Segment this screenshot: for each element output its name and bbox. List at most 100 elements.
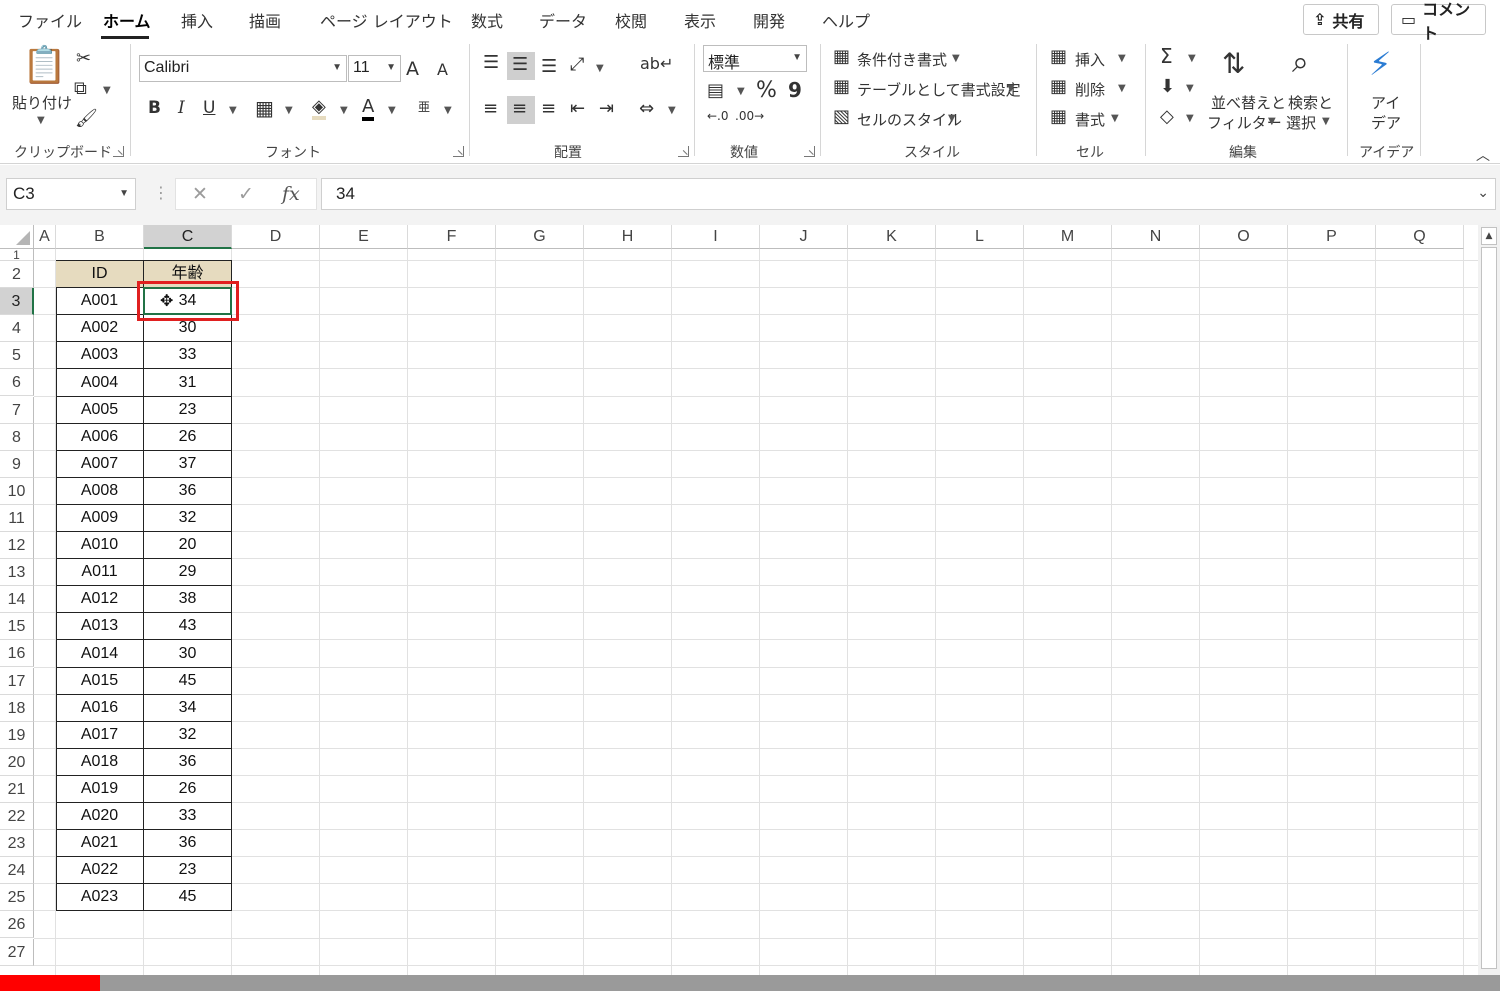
table-cell-id[interactable]: A023 bbox=[56, 884, 144, 911]
copy-dropdown-icon[interactable]: ▼ bbox=[103, 86, 111, 96]
paste-button-label[interactable]: 貼り付け bbox=[12, 92, 72, 113]
italic-button[interactable]: I bbox=[178, 98, 185, 118]
table-cell-id[interactable]: A007 bbox=[56, 451, 144, 478]
table-cell-id[interactable]: A009 bbox=[56, 505, 144, 532]
table-cell-age[interactable]: 26 bbox=[144, 424, 232, 451]
borders-icon[interactable]: ▦ bbox=[255, 98, 274, 118]
fill-dropdown-icon[interactable]: ▼ bbox=[1186, 84, 1194, 94]
table-cell-age[interactable]: 31 bbox=[144, 369, 232, 397]
percent-button[interactable]: % bbox=[756, 78, 777, 103]
table-cell-age[interactable]: 33 bbox=[144, 803, 232, 830]
align-left-icon[interactable]: ≡ bbox=[483, 100, 498, 118]
row-header-26[interactable]: 26 bbox=[0, 911, 34, 938]
merge-dropdown-icon[interactable]: ▼ bbox=[668, 106, 676, 116]
table-cell-id[interactable]: A015 bbox=[56, 668, 144, 695]
increase-decimal-icon[interactable]: ←.0 bbox=[707, 110, 729, 122]
format-painter-icon[interactable]: 🖌 bbox=[75, 110, 98, 128]
borders-dropdown-icon[interactable]: ▼ bbox=[285, 106, 293, 116]
column-header-d[interactable]: D bbox=[232, 225, 320, 249]
row-header-19[interactable]: 19 bbox=[0, 722, 34, 749]
ideas-icon[interactable]: ⚡ bbox=[1369, 48, 1391, 80]
number-launcher-icon[interactable] bbox=[804, 146, 815, 157]
table-cell-id[interactable]: A012 bbox=[56, 586, 144, 613]
row-header-22[interactable]: 22 bbox=[0, 803, 34, 830]
ideas-label-2[interactable]: デア bbox=[1371, 112, 1401, 133]
column-header-o[interactable]: O bbox=[1200, 225, 1288, 249]
cell-styles-button[interactable]: セルのスタイル bbox=[857, 109, 962, 130]
row-header-23[interactable]: 23 bbox=[0, 830, 34, 857]
paste-dropdown-icon[interactable]: ▼ bbox=[37, 116, 45, 126]
tab-view[interactable]: 表示 bbox=[684, 8, 716, 32]
enter-icon[interactable]: ✓ bbox=[238, 183, 254, 205]
column-header-e[interactable]: E bbox=[320, 225, 408, 249]
column-header-l[interactable]: L bbox=[936, 225, 1024, 249]
wrap-text-icon[interactable]: ab↵ bbox=[640, 56, 673, 72]
alignment-launcher-icon[interactable] bbox=[678, 146, 689, 157]
fill-icon[interactable]: ⬇ bbox=[1160, 78, 1175, 96]
decrease-decimal-icon[interactable]: .00→ bbox=[735, 110, 764, 122]
table-cell-age[interactable]: 20 bbox=[144, 532, 232, 559]
row-header-10[interactable]: 10 bbox=[0, 478, 34, 505]
row-header-1[interactable]: 1 bbox=[0, 249, 34, 261]
column-header-n[interactable]: N bbox=[1112, 225, 1200, 249]
sort-filter-dropdown-icon[interactable]: ▼ bbox=[1268, 117, 1276, 127]
table-cell-id[interactable]: A010 bbox=[56, 532, 144, 559]
find-select-label-1[interactable]: 検索と bbox=[1288, 92, 1333, 113]
row-header-14[interactable]: 14 bbox=[0, 586, 34, 613]
underline-button[interactable]: U bbox=[203, 98, 215, 118]
row-header-24[interactable]: 24 bbox=[0, 857, 34, 884]
orientation-dropdown-icon[interactable]: ▼ bbox=[596, 64, 604, 74]
table-cell-id[interactable]: A002 bbox=[56, 315, 144, 342]
scroll-up-icon[interactable]: ▲ bbox=[1481, 227, 1497, 245]
row-header-2[interactable]: 2 bbox=[0, 261, 34, 288]
format-cells-icon[interactable]: ▦ bbox=[1050, 108, 1067, 126]
cut-icon[interactable]: ✂ bbox=[76, 50, 91, 68]
font-launcher-icon[interactable] bbox=[453, 146, 464, 157]
format-as-table-icon[interactable]: ▦ bbox=[833, 78, 850, 96]
table-cell-id[interactable]: A013 bbox=[56, 613, 144, 640]
cell-styles-icon[interactable]: ▧ bbox=[833, 108, 850, 126]
phonetic-dropdown-icon[interactable]: ▼ bbox=[444, 106, 452, 116]
table-cell-age[interactable]: 33 bbox=[144, 342, 232, 369]
format-cells-dropdown-icon[interactable]: ▼ bbox=[1111, 114, 1119, 124]
sort-filter-label-1[interactable]: 並べ替えと bbox=[1211, 92, 1286, 113]
row-header-25[interactable]: 25 bbox=[0, 884, 34, 911]
tab-home[interactable]: ホーム bbox=[103, 8, 151, 32]
table-cell-id[interactable]: A016 bbox=[56, 695, 144, 722]
table-cell-age[interactable]: 32 bbox=[144, 505, 232, 532]
select-all-button[interactable] bbox=[0, 225, 34, 249]
font-size-select[interactable]: 11 ▼ bbox=[348, 55, 401, 82]
orientation-icon[interactable]: ⤢ bbox=[570, 56, 584, 74]
tab-draw[interactable]: 描画 bbox=[249, 8, 281, 32]
table-cell-id[interactable]: A005 bbox=[56, 397, 144, 424]
autosum-dropdown-icon[interactable]: ▼ bbox=[1188, 54, 1196, 64]
table-cell-age[interactable]: 26 bbox=[144, 776, 232, 803]
table-cell-age[interactable]: 38 bbox=[144, 586, 232, 613]
column-header-p[interactable]: P bbox=[1288, 225, 1376, 249]
accounting-dropdown-icon[interactable]: ▼ bbox=[737, 87, 745, 97]
column-header-b[interactable]: B bbox=[56, 225, 144, 249]
increase-indent-icon[interactable]: ⇥ bbox=[599, 100, 614, 118]
conditional-format-icon[interactable]: ▦ bbox=[833, 48, 850, 66]
row-header-4[interactable]: 4 bbox=[0, 315, 34, 342]
decrease-indent-icon[interactable]: ⇤ bbox=[570, 100, 585, 118]
align-center-icon[interactable]: ≡ bbox=[512, 100, 527, 118]
scrollbar-thumb[interactable] bbox=[1481, 247, 1497, 969]
copy-icon[interactable]: ⧉ bbox=[74, 80, 87, 98]
table-cell-id[interactable]: A003 bbox=[56, 342, 144, 369]
insert-function-icon[interactable]: fx bbox=[282, 183, 300, 205]
table-header-cell[interactable]: ID bbox=[56, 261, 144, 288]
cell-styles-dropdown-icon[interactable]: ▼ bbox=[948, 114, 956, 124]
row-header-27[interactable]: 27 bbox=[0, 939, 34, 966]
format-cells-button[interactable]: 書式 bbox=[1075, 109, 1105, 130]
row-header-3[interactable]: 3 bbox=[0, 288, 34, 315]
underline-dropdown-icon[interactable]: ▼ bbox=[229, 106, 237, 116]
font-color-button[interactable]: A bbox=[362, 96, 375, 121]
tab-page-layout[interactable]: ページ レイアウト bbox=[320, 8, 453, 32]
row-header-7[interactable]: 7 bbox=[0, 397, 34, 424]
row-header-13[interactable]: 13 bbox=[0, 559, 34, 586]
align-middle-icon[interactable]: ☰ bbox=[512, 56, 528, 74]
cancel-icon[interactable]: ✕ bbox=[192, 183, 208, 205]
ideas-label-1[interactable]: アイ bbox=[1371, 92, 1400, 113]
table-cell-age[interactable]: 34 bbox=[144, 695, 232, 722]
